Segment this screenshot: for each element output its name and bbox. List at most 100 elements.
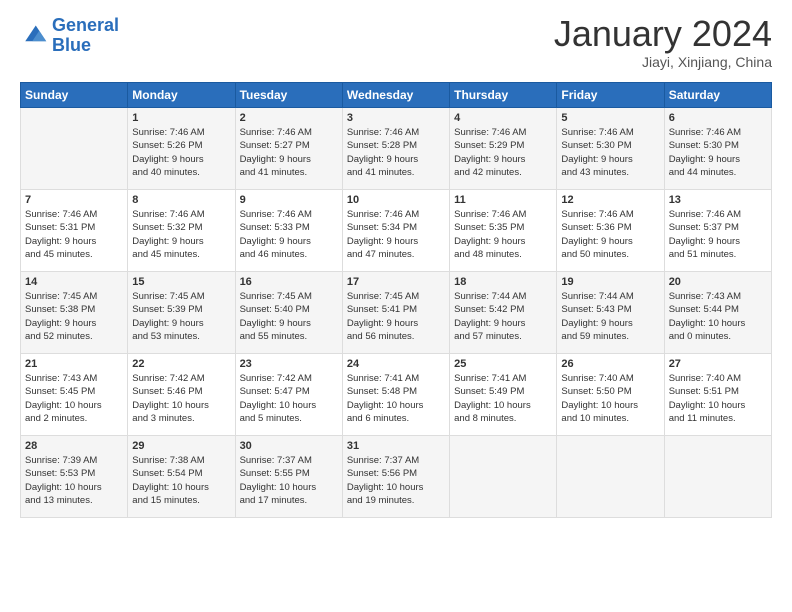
day-number: 14 (25, 276, 123, 288)
day-number: 7 (25, 194, 123, 206)
day-number: 4 (454, 112, 552, 124)
day-info: Sunrise: 7:43 AM Sunset: 5:45 PM Dayligh… (25, 372, 123, 425)
cell-w3-d1: 15 Sunrise: 7:45 AM Sunset: 5:39 PM Dayli… (128, 272, 235, 354)
day-number: 27 (669, 358, 767, 370)
day-number: 16 (240, 276, 338, 288)
calendar-table: Sunday Monday Tuesday Wednesday Thursday… (20, 82, 772, 518)
logo-icon (20, 22, 48, 50)
day-number: 29 (132, 440, 230, 452)
week-row-5: 28 Sunrise: 7:39 AM Sunset: 5:53 PM Dayli… (21, 436, 772, 518)
cell-w3-d6: 20 Sunrise: 7:43 AM Sunset: 5:44 PM Dayli… (664, 272, 771, 354)
day-info: Sunrise: 7:44 AM Sunset: 5:43 PM Dayligh… (561, 290, 659, 343)
cell-w4-d1: 22 Sunrise: 7:42 AM Sunset: 5:46 PM Dayli… (128, 354, 235, 436)
day-info: Sunrise: 7:46 AM Sunset: 5:37 PM Dayligh… (669, 208, 767, 261)
day-info: Sunrise: 7:39 AM Sunset: 5:53 PM Dayligh… (25, 454, 123, 507)
header: General Blue January 2024 Jiayi, Xinjian… (20, 16, 772, 70)
cell-w1-d2: 2Sunrise: 7:46 AM Sunset: 5:27 PM Daylig… (235, 108, 342, 190)
day-number: 28 (25, 440, 123, 452)
logo-text: General Blue (52, 16, 119, 56)
cell-w1-d0 (21, 108, 128, 190)
cell-w1-d4: 4 Sunrise: 7:46 AM Sunset: 5:29 PM Daylig… (450, 108, 557, 190)
day-number: 13 (669, 194, 767, 206)
logo-blue: Blue (52, 35, 91, 55)
day-info: Sunrise: 7:41 AM Sunset: 5:49 PM Dayligh… (454, 372, 552, 425)
day-info: Sunrise: 7:46 AM Sunset: 5:35 PM Dayligh… (454, 208, 552, 261)
location-subtitle: Jiayi, Xinjiang, China (554, 54, 772, 70)
day-number: 15 (132, 276, 230, 288)
day-number: 20 (669, 276, 767, 288)
cell-w3-d5: 19 Sunrise: 7:44 AM Sunset: 5:43 PM Dayli… (557, 272, 664, 354)
cell-w4-d0: 21 Sunrise: 7:43 AM Sunset: 5:45 PM Dayli… (21, 354, 128, 436)
day-number: 10 (347, 194, 445, 206)
cell-w4-d5: 26Sunrise: 7:40 AM Sunset: 5:50 PM Dayli… (557, 354, 664, 436)
logo-general: General (52, 15, 119, 35)
day-info: Sunrise: 7:41 AM Sunset: 5:48 PM Dayligh… (347, 372, 445, 425)
cell-w4-d6: 27 Sunrise: 7:40 AM Sunset: 5:51 PM Dayli… (664, 354, 771, 436)
day-info: Sunrise: 7:46 AM Sunset: 5:33 PM Dayligh… (240, 208, 338, 261)
logo: General Blue (20, 16, 119, 56)
day-info: Sunrise: 7:45 AM Sunset: 5:39 PM Dayligh… (132, 290, 230, 343)
day-number: 31 (347, 440, 445, 452)
title-section: January 2024 Jiayi, Xinjiang, China (554, 16, 772, 70)
day-info: Sunrise: 7:46 AM Sunset: 5:36 PM Dayligh… (561, 208, 659, 261)
day-number: 23 (240, 358, 338, 370)
cell-w1-d5: 5 Sunrise: 7:46 AM Sunset: 5:30 PM Daylig… (557, 108, 664, 190)
cell-w3-d3: 17Sunrise: 7:45 AM Sunset: 5:41 PM Dayli… (342, 272, 449, 354)
cell-w2-d0: 7Sunrise: 7:46 AM Sunset: 5:31 PM Daylig… (21, 190, 128, 272)
day-number: 21 (25, 358, 123, 370)
day-info: Sunrise: 7:45 AM Sunset: 5:38 PM Dayligh… (25, 290, 123, 343)
day-info: Sunrise: 7:45 AM Sunset: 5:40 PM Dayligh… (240, 290, 338, 343)
day-info: Sunrise: 7:38 AM Sunset: 5:54 PM Dayligh… (132, 454, 230, 507)
day-info: Sunrise: 7:37 AM Sunset: 5:56 PM Dayligh… (347, 454, 445, 507)
col-tuesday: Tuesday (235, 83, 342, 108)
day-number: 19 (561, 276, 659, 288)
header-row: Sunday Monday Tuesday Wednesday Thursday… (21, 83, 772, 108)
cell-w5-d1: 29 Sunrise: 7:38 AM Sunset: 5:54 PM Dayli… (128, 436, 235, 518)
day-number: 3 (347, 112, 445, 124)
cell-w5-d6 (664, 436, 771, 518)
cell-w2-d1: 8 Sunrise: 7:46 AM Sunset: 5:32 PM Daylig… (128, 190, 235, 272)
day-info: Sunrise: 7:42 AM Sunset: 5:46 PM Dayligh… (132, 372, 230, 425)
col-sunday: Sunday (21, 83, 128, 108)
cell-w5-d0: 28 Sunrise: 7:39 AM Sunset: 5:53 PM Dayli… (21, 436, 128, 518)
col-friday: Friday (557, 83, 664, 108)
day-info: Sunrise: 7:37 AM Sunset: 5:55 PM Dayligh… (240, 454, 338, 507)
day-info: Sunrise: 7:46 AM Sunset: 5:30 PM Dayligh… (561, 126, 659, 179)
day-info: Sunrise: 7:40 AM Sunset: 5:51 PM Dayligh… (669, 372, 767, 425)
page-container: General Blue January 2024 Jiayi, Xinjian… (0, 0, 792, 528)
col-thursday: Thursday (450, 83, 557, 108)
day-info: Sunrise: 7:42 AM Sunset: 5:47 PM Dayligh… (240, 372, 338, 425)
cell-w5-d2: 30 Sunrise: 7:37 AM Sunset: 5:55 PM Dayli… (235, 436, 342, 518)
cell-w2-d5: 12Sunrise: 7:46 AM Sunset: 5:36 PM Dayli… (557, 190, 664, 272)
week-row-3: 14 Sunrise: 7:45 AM Sunset: 5:38 PM Dayli… (21, 272, 772, 354)
day-number: 30 (240, 440, 338, 452)
cell-w1-d1: 1 Sunrise: 7:46 AM Sunset: 5:26 PM Daylig… (128, 108, 235, 190)
month-title: January 2024 (554, 16, 772, 52)
cell-w1-d6: 6Sunrise: 7:46 AM Sunset: 5:30 PM Daylig… (664, 108, 771, 190)
day-info: Sunrise: 7:43 AM Sunset: 5:44 PM Dayligh… (669, 290, 767, 343)
col-saturday: Saturday (664, 83, 771, 108)
day-info: Sunrise: 7:46 AM Sunset: 5:26 PM Dayligh… (132, 126, 230, 179)
cell-w5-d3: 31 Sunrise: 7:37 AM Sunset: 5:56 PM Dayli… (342, 436, 449, 518)
week-row-4: 21 Sunrise: 7:43 AM Sunset: 5:45 PM Dayli… (21, 354, 772, 436)
day-number: 1 (132, 112, 230, 124)
cell-w2-d2: 9Sunrise: 7:46 AM Sunset: 5:33 PM Daylig… (235, 190, 342, 272)
day-number: 22 (132, 358, 230, 370)
cell-w3-d0: 14 Sunrise: 7:45 AM Sunset: 5:38 PM Dayli… (21, 272, 128, 354)
day-number: 8 (132, 194, 230, 206)
cell-w4-d4: 25 Sunrise: 7:41 AM Sunset: 5:49 PM Dayli… (450, 354, 557, 436)
day-number: 25 (454, 358, 552, 370)
day-info: Sunrise: 7:40 AM Sunset: 5:50 PM Dayligh… (561, 372, 659, 425)
day-info: Sunrise: 7:46 AM Sunset: 5:29 PM Dayligh… (454, 126, 552, 179)
cell-w3-d2: 16 Sunrise: 7:45 AM Sunset: 5:40 PM Dayli… (235, 272, 342, 354)
cell-w2-d3: 10Sunrise: 7:46 AM Sunset: 5:34 PM Dayli… (342, 190, 449, 272)
day-number: 24 (347, 358, 445, 370)
day-number: 2 (240, 112, 338, 124)
cell-w3-d4: 18Sunrise: 7:44 AM Sunset: 5:42 PM Dayli… (450, 272, 557, 354)
day-info: Sunrise: 7:46 AM Sunset: 5:30 PM Dayligh… (669, 126, 767, 179)
day-number: 17 (347, 276, 445, 288)
day-number: 18 (454, 276, 552, 288)
day-info: Sunrise: 7:46 AM Sunset: 5:32 PM Dayligh… (132, 208, 230, 261)
cell-w2-d4: 11Sunrise: 7:46 AM Sunset: 5:35 PM Dayli… (450, 190, 557, 272)
day-number: 5 (561, 112, 659, 124)
